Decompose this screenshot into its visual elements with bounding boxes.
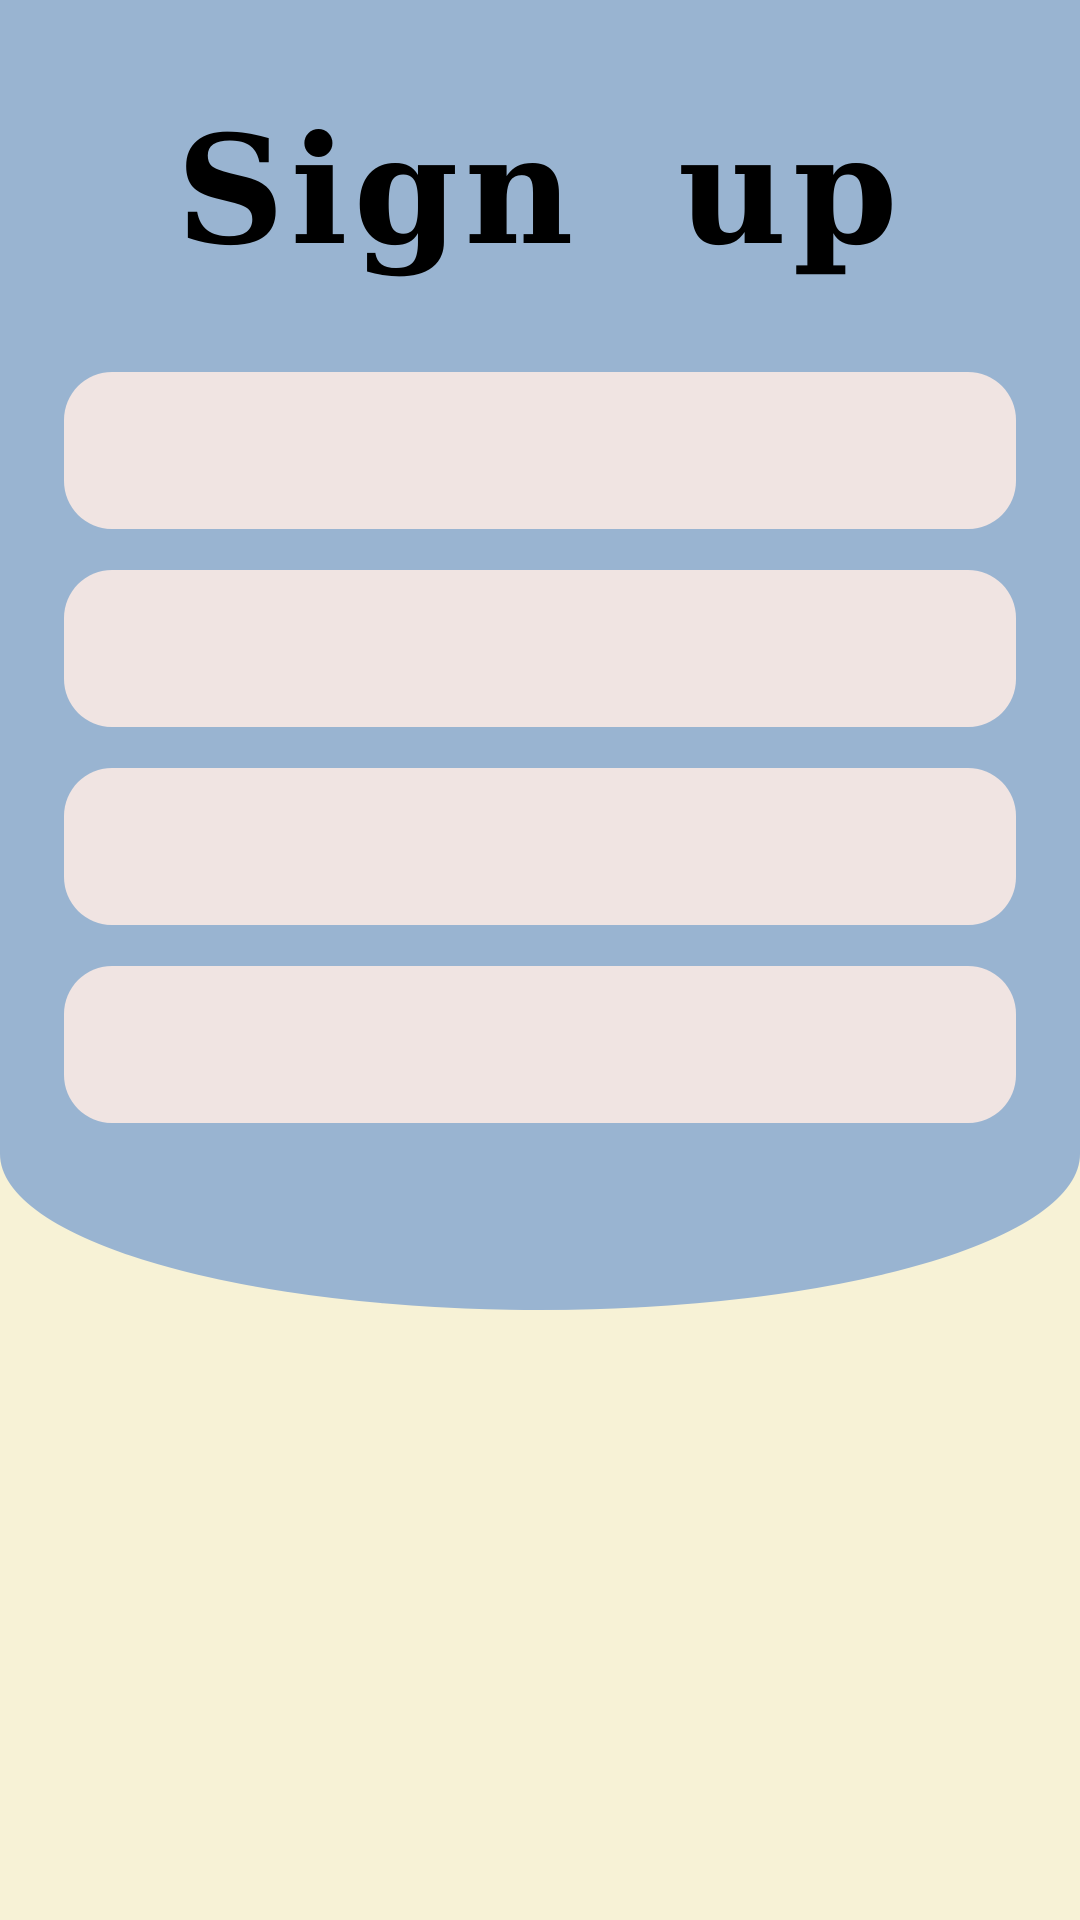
signup-field-3[interactable] [64,768,1016,925]
signup-field-2[interactable] [64,570,1016,727]
page-title: Sign up [176,103,904,279]
signup-panel: Sign up [0,0,1080,1310]
signup-field-1[interactable] [64,372,1016,529]
signup-field-4[interactable] [64,966,1016,1123]
